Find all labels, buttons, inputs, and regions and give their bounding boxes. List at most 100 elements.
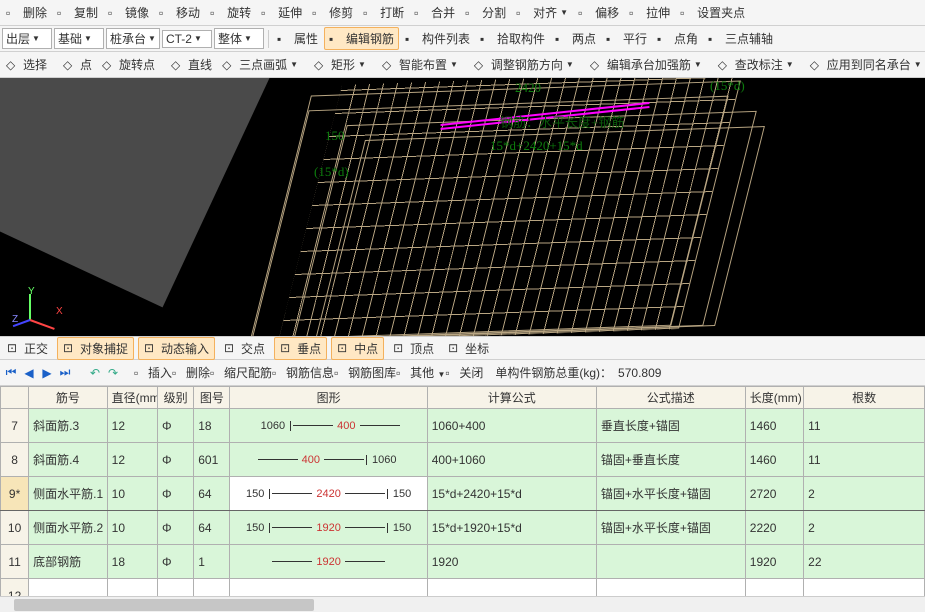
- 三点辅轴-button[interactable]: ▪三点辅轴: [704, 28, 777, 49]
- col-图号[interactable]: 图号: [194, 387, 230, 409]
- 镜像-button[interactable]: ▫镜像: [104, 2, 153, 23]
- col-直径(mm)[interactable]: 直径(mm): [107, 387, 157, 409]
- 编辑钢筋-button[interactable]: ▪编辑钢筋: [324, 27, 399, 50]
- dd-桩承台[interactable]: 桩承台▼: [106, 28, 160, 49]
- para-icon: ▪: [606, 32, 620, 46]
- 延伸-button[interactable]: ▫延伸: [257, 2, 306, 23]
- dd-基础[interactable]: 基础▼: [54, 28, 104, 49]
- 平行-button[interactable]: ▪平行: [602, 28, 651, 49]
- col-公式描述[interactable]: 公式描述: [596, 387, 745, 409]
- toolbar-draw: ◇选择 ◇点◇旋转点 ◇直线◇三点画弧 ▼ ◇矩形 ▼ ◇智能布置 ▼ ◇调整钢筋方向 ▼…: [0, 52, 925, 78]
- break-icon: ▫: [363, 6, 377, 20]
- offset-icon: ▫: [578, 6, 592, 20]
- col-[interactable]: [1, 387, 29, 409]
- 删除-button[interactable]: ▫删除: [2, 2, 51, 23]
- rebar-icon: ▪: [329, 32, 343, 46]
- 旋转-button[interactable]: ▫旋转: [206, 2, 255, 23]
- dd-出层[interactable]: 出层▼: [2, 28, 52, 49]
- 3d-viewport[interactable]: 2420 (15*d) 150 (15*d) 钢筋：水平长度+钢筋 15*d+2…: [0, 78, 925, 336]
- table-row[interactable]: 8斜面筋.412Φ6014001060400+1060锚固+垂直长度146011: [1, 443, 925, 477]
- h-scrollbar[interactable]: [0, 596, 925, 612]
- nav-first[interactable]: ⏮: [2, 365, 20, 380]
- nav-next[interactable]: ▶: [38, 366, 56, 380]
- 直线-button[interactable]: ◇直线: [167, 54, 216, 75]
- snap-coord[interactable]: ⊡坐标: [443, 338, 494, 359]
- mid-关闭[interactable]: ▫关闭: [445, 366, 483, 380]
- table-row[interactable]: 11底部钢筋18Φ119201920192022: [1, 545, 925, 579]
- weight-label: 单构件钢筋总重(kg)：: [495, 364, 612, 381]
- 拾取构件-button[interactable]: ▪拾取构件: [476, 28, 549, 49]
- 点角-button[interactable]: ▪点角: [653, 28, 702, 49]
- 旋转点-button[interactable]: ◇旋转点: [98, 54, 159, 75]
- draw-icon-10: ◇: [810, 58, 824, 72]
- mid-钢筋信息[interactable]: ▫钢筋信息: [272, 366, 334, 380]
- 对齐-button[interactable]: ▫对齐 ▼: [512, 2, 572, 23]
- col-级别[interactable]: 级别: [157, 387, 193, 409]
- mid-删除[interactable]: ▫删除: [172, 366, 210, 380]
- 复制-button[interactable]: ▫复制: [53, 2, 102, 23]
- 2pt-icon: ▪: [555, 32, 569, 46]
- rebar-table[interactable]: 筋号直径(mm)级别图号图形计算公式公式描述长度(mm)根数 7斜面筋.312Φ…: [0, 386, 925, 596]
- 分割-button[interactable]: ▫分割: [461, 2, 510, 23]
- 调整钢筋方向-button[interactable]: ◇调整钢筋方向 ▼: [470, 54, 578, 75]
- table-row[interactable]: 9*侧面水平筋.110Φ64150242015015*d+2420+15*d锚固…: [1, 477, 925, 511]
- annot-2420: 2420: [515, 80, 541, 96]
- grip-icon: ▫: [680, 6, 694, 20]
- draw-icon-4: ◇: [222, 58, 236, 72]
- table-row[interactable]: 12: [1, 579, 925, 597]
- mid-其他[interactable]: ▫其他 ▼: [396, 366, 445, 380]
- 构件列表-button[interactable]: ▪构件列表: [401, 28, 474, 49]
- 编辑承台加强筋-button[interactable]: ◇编辑承台加强筋 ▼: [586, 54, 706, 75]
- split-icon: ▫: [465, 6, 479, 20]
- col-根数[interactable]: 根数: [804, 387, 925, 409]
- snap-perp[interactable]: ⊡垂点: [274, 337, 327, 360]
- 合并-button[interactable]: ▫合并: [410, 2, 459, 23]
- col-长度(mm)[interactable]: 长度(mm): [745, 387, 803, 409]
- 矩形-button[interactable]: ◇矩形 ▼: [310, 54, 370, 75]
- 三点画弧-button[interactable]: ◇三点画弧 ▼: [218, 54, 302, 75]
- snap-int[interactable]: ⊡交点: [219, 338, 270, 359]
- 偏移-button[interactable]: ▫偏移: [574, 2, 623, 23]
- 属性-button[interactable]: ▪属性: [273, 28, 322, 49]
- 设置夹点-button[interactable]: ▫设置夹点: [676, 2, 749, 23]
- mid-插入[interactable]: ▫插入: [134, 366, 172, 380]
- 修剪-button[interactable]: ▫修剪: [308, 2, 357, 23]
- dd-整体[interactable]: 整体▼: [214, 28, 264, 49]
- ptang-icon: ▪: [657, 32, 671, 46]
- col-计算公式[interactable]: 计算公式: [427, 387, 596, 409]
- snap-osnap[interactable]: ⊡对象捕捉: [57, 337, 134, 360]
- snap-mid[interactable]: ⊡中点: [331, 337, 384, 360]
- mid-icon-3: ▫: [272, 366, 286, 380]
- table-row[interactable]: 10侧面水平筋.210Φ64150192015015*d+1920+15*d锚固…: [1, 511, 925, 545]
- nav-prev[interactable]: ◀: [20, 366, 38, 380]
- draw-icon-6: ◇: [382, 58, 396, 72]
- weight-value: 570.809: [618, 366, 661, 380]
- table-row[interactable]: 7斜面筋.312Φ1810604001060+400垂直长度+锚固146011: [1, 409, 925, 443]
- nav-undo[interactable]: ↶: [86, 366, 104, 380]
- 拉伸-button[interactable]: ▫拉伸: [625, 2, 674, 23]
- 查改标注-button[interactable]: ◇查改标注 ▼: [714, 54, 798, 75]
- snap-vert[interactable]: ⊡顶点: [388, 338, 439, 359]
- 两点-button[interactable]: ▪两点: [551, 28, 600, 49]
- draw-icon-1: ◇: [63, 58, 77, 72]
- nav-last[interactable]: ⏭: [56, 365, 74, 380]
- col-筋号[interactable]: 筋号: [29, 387, 108, 409]
- col-图形[interactable]: 图形: [230, 387, 427, 409]
- snap-dyn[interactable]: ⊡动态输入: [138, 337, 215, 360]
- 选择-button[interactable]: ◇选择: [2, 54, 51, 75]
- snap-ortho[interactable]: ⊡正交: [2, 338, 53, 359]
- mid-钢筋图库[interactable]: ▫钢筋图库: [334, 366, 396, 380]
- 应用到同名承台-button[interactable]: ◇应用到同名承台 ▼: [806, 54, 925, 75]
- draw-icon-5: ◇: [314, 58, 328, 72]
- dd-CT-2[interactable]: CT-2▼: [162, 30, 212, 48]
- draw-icon-7: ◇: [474, 58, 488, 72]
- osnap-icon: ⊡: [63, 341, 77, 355]
- draw-icon-2: ◇: [102, 58, 116, 72]
- draw-icon-9: ◇: [718, 58, 732, 72]
- mid-缩尺配筋[interactable]: ▫缩尺配筋: [210, 366, 272, 380]
- 打断-button[interactable]: ▫打断: [359, 2, 408, 23]
- 智能布置-button[interactable]: ◇智能布置 ▼: [378, 54, 462, 75]
- 移动-button[interactable]: ▫移动: [155, 2, 204, 23]
- nav-redo[interactable]: ↷: [104, 366, 122, 380]
- 点-button[interactable]: ◇点: [59, 54, 96, 75]
